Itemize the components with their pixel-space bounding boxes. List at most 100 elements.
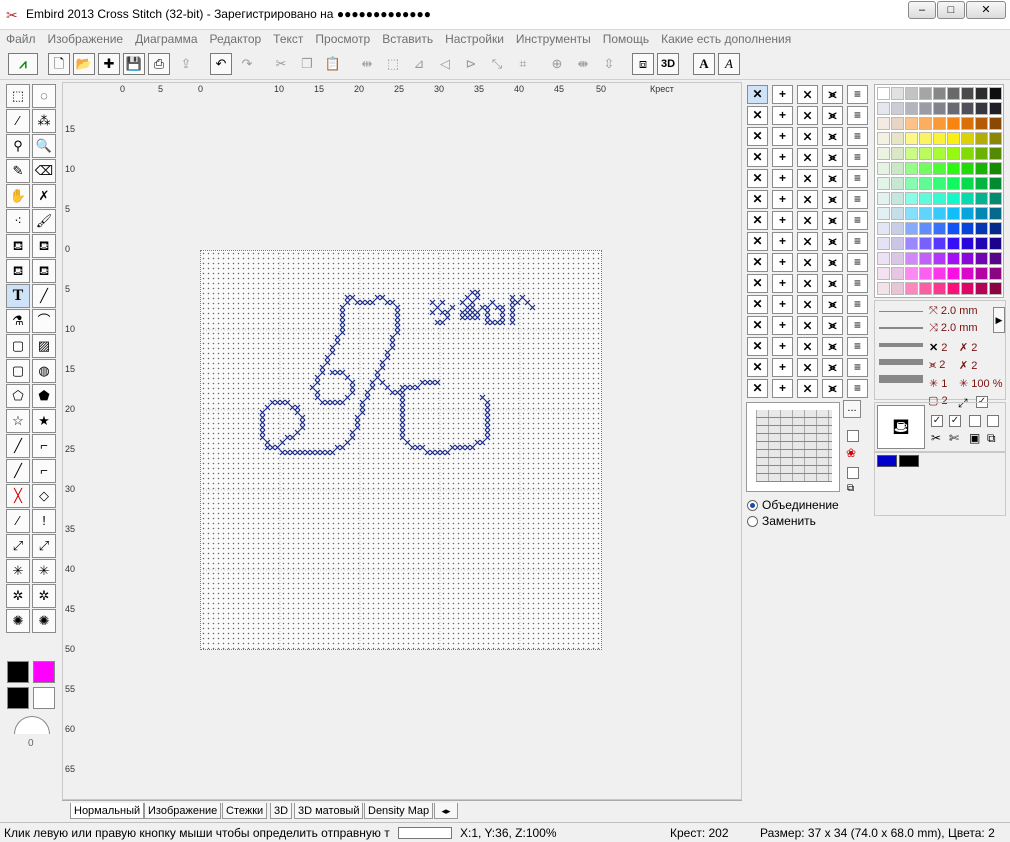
palette-color-swatch[interactable] <box>961 132 974 145</box>
stitch-type-button[interactable]: ≡ <box>847 379 868 398</box>
palette-color-swatch[interactable] <box>919 147 932 160</box>
sparkle-icon[interactable]: ✳ <box>6 559 30 583</box>
mirror-h-icon[interactable]: ⊿ <box>408 53 430 75</box>
palette-color-swatch[interactable] <box>877 222 890 235</box>
stitch-type-button[interactable]: + <box>772 337 793 356</box>
zoom-icon[interactable]: 🔍 <box>32 134 56 158</box>
palette-color-swatch[interactable] <box>919 87 932 100</box>
paste-icon[interactable]: 📋 <box>322 53 344 75</box>
pencil-icon[interactable]: ✎ <box>6 159 30 183</box>
preview-option-checkbox[interactable] <box>847 430 859 442</box>
stitch-type-button[interactable]: ≡ <box>847 232 868 251</box>
palette-color-swatch[interactable] <box>961 102 974 115</box>
palette-color-swatch[interactable] <box>919 282 932 295</box>
palette-color-swatch[interactable] <box>961 267 974 280</box>
center-icon[interactable]: ⊕ <box>546 53 568 75</box>
status-input[interactable] <box>398 827 452 839</box>
palette-color-swatch[interactable] <box>933 117 946 130</box>
stitch-type-button[interactable]: ⨯ <box>797 274 818 293</box>
palette-color-swatch[interactable] <box>905 87 918 100</box>
stitch-type-button[interactable]: ≡ <box>847 148 868 167</box>
stitch-type-button[interactable]: ✕ <box>747 316 768 335</box>
expand-arrow-icon[interactable]: ▶ <box>993 307 1005 333</box>
palette-color-swatch[interactable] <box>975 87 988 100</box>
stitch-type-button[interactable]: + <box>772 127 793 146</box>
tab-scroll-arrows[interactable]: ◂▸ <box>434 803 458 819</box>
new-file-icon[interactable]: 🗋 <box>48 53 70 75</box>
palette-color-swatch[interactable] <box>877 102 890 115</box>
palette-color-swatch[interactable] <box>975 162 988 175</box>
hand-icon[interactable]: ✋ <box>6 184 30 208</box>
palette-color-swatch[interactable] <box>989 282 1002 295</box>
palette-color-swatch[interactable] <box>933 252 946 265</box>
palette-color-swatch[interactable] <box>877 282 890 295</box>
stitch-type-button[interactable]: ✕ <box>747 337 768 356</box>
tab-3d[interactable]: 3D <box>270 803 293 819</box>
stitch-type-button[interactable]: ≡ <box>847 274 868 293</box>
stitch-type-button[interactable]: ✕ <box>747 295 768 314</box>
eyedropper-icon[interactable]: ⚗ <box>6 309 30 333</box>
stitch-type-button[interactable]: + <box>772 211 793 230</box>
stitch-type-button[interactable]: ⪤ <box>822 127 843 146</box>
stitch-type-button[interactable]: ⨯ <box>797 379 818 398</box>
palette-color-swatch[interactable] <box>933 237 946 250</box>
palette-color-swatch[interactable] <box>989 237 1002 250</box>
menu-diagram[interactable]: Диаграмма <box>129 30 203 46</box>
line-medium[interactable] <box>879 327 923 329</box>
palette-color-swatch[interactable] <box>919 237 932 250</box>
palette-color-swatch[interactable] <box>877 87 890 100</box>
palette-color-swatch[interactable] <box>891 222 904 235</box>
stitch-type-button[interactable]: ⪤ <box>822 190 843 209</box>
diagonal-line-2-icon[interactable]: ╱ <box>6 459 30 483</box>
select-frame-icon[interactable]: ⬚ <box>382 53 404 75</box>
filled-star-icon[interactable]: ★ <box>32 409 56 433</box>
sparkle-4-icon[interactable]: ✲ <box>32 584 56 608</box>
magic-wand-2-icon[interactable]: ⁂ <box>32 109 56 133</box>
tool-check-2[interactable]: ✓ <box>949 415 961 427</box>
radio-replace[interactable] <box>747 516 758 527</box>
rotate-icon[interactable]: ◁ <box>434 53 456 75</box>
palette-color-swatch[interactable] <box>877 252 890 265</box>
palette-color-swatch[interactable] <box>947 132 960 145</box>
palette-color-swatch[interactable] <box>919 162 932 175</box>
menu-image[interactable]: Изображение <box>42 30 130 46</box>
fg-color-swatch-2[interactable] <box>7 687 29 709</box>
stitch-type-button[interactable]: ⨯ <box>797 253 818 272</box>
stitch-type-button[interactable]: ⪤ <box>822 337 843 356</box>
group-icon[interactable]: ⧉ <box>987 431 996 446</box>
palette-color-swatch[interactable] <box>947 117 960 130</box>
tool-check-3[interactable] <box>969 415 981 427</box>
stitch-type-button[interactable]: + <box>772 169 793 188</box>
cross-erase-icon[interactable]: ✗ <box>32 184 56 208</box>
palette-color-swatch[interactable] <box>961 87 974 100</box>
palette-color-swatch[interactable] <box>975 102 988 115</box>
brush-icon[interactable]: 🖌 <box>32 209 56 233</box>
palette-color-swatch[interactable] <box>947 252 960 265</box>
tab-stitches[interactable]: Стежки <box>222 803 268 819</box>
spray-icon[interactable]: ⁖ <box>6 209 30 233</box>
palette-color-swatch[interactable] <box>989 162 1002 175</box>
palette-color-swatch[interactable] <box>933 207 946 220</box>
palette-color-swatch[interactable] <box>877 117 890 130</box>
palette-color-swatch[interactable] <box>947 207 960 220</box>
thread-color-black[interactable] <box>899 455 919 467</box>
palette-color-swatch[interactable] <box>891 102 904 115</box>
stitch-type-button[interactable]: ≡ <box>847 190 868 209</box>
tab-3d-matte[interactable]: 3D матовый <box>294 803 364 819</box>
palette-color-swatch[interactable] <box>905 162 918 175</box>
stitch-type-button[interactable]: ⪤ <box>822 379 843 398</box>
palette-color-swatch[interactable] <box>933 267 946 280</box>
line-thick[interactable] <box>879 343 923 347</box>
filled-rectangle-icon[interactable]: ▨ <box>32 334 56 358</box>
palette-color-swatch[interactable] <box>989 117 1002 130</box>
palette-color-swatch[interactable] <box>877 207 890 220</box>
stitch-type-button[interactable]: ⨯ <box>797 295 818 314</box>
stitch-type-button[interactable]: ⨯ <box>797 106 818 125</box>
fill-icon[interactable]: ⛾ <box>6 234 30 258</box>
palette-color-swatch[interactable] <box>933 102 946 115</box>
palette-color-swatch[interactable] <box>877 132 890 145</box>
print-icon[interactable]: ⎙ <box>148 53 170 75</box>
stitch-type-button[interactable]: ⨯ <box>797 85 818 104</box>
palette-color-swatch[interactable] <box>961 222 974 235</box>
palette-color-swatch[interactable] <box>919 117 932 130</box>
